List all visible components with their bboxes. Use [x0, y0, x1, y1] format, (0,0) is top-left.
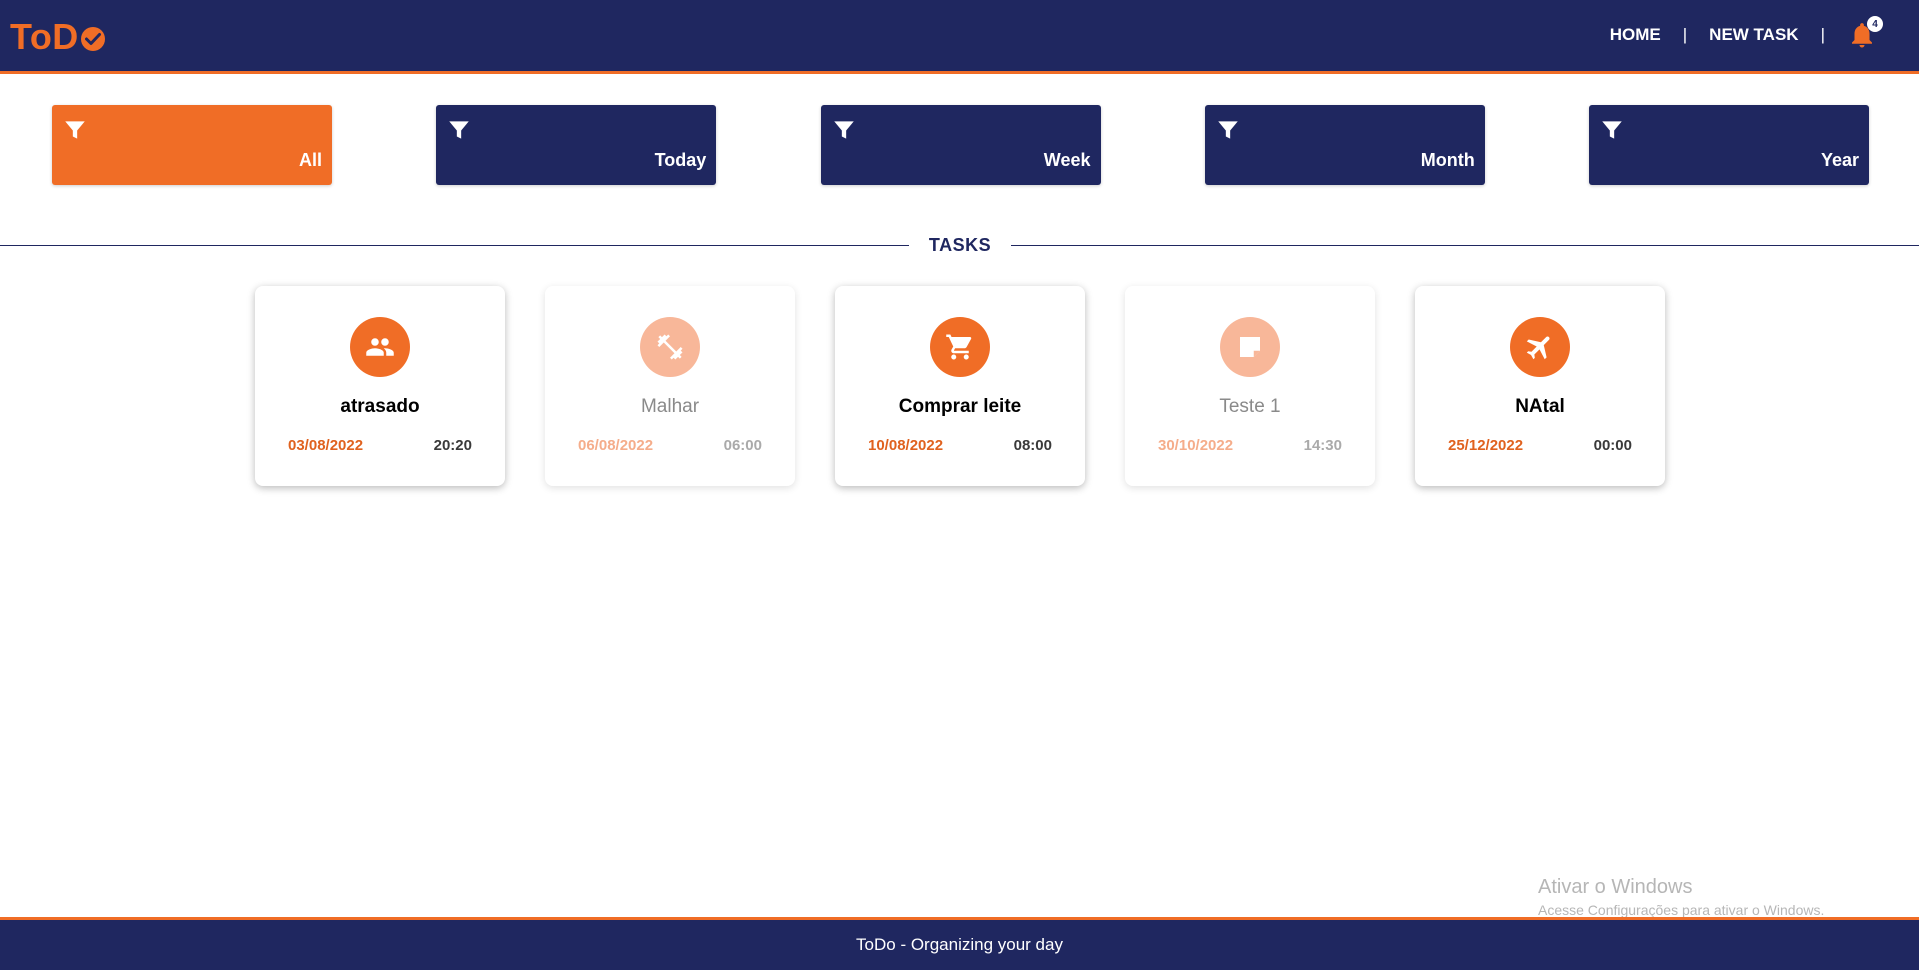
footer-text: ToDo - Organizing your day [856, 935, 1063, 954]
task-time: 08:00 [1013, 437, 1052, 454]
filter-month-button[interactable]: Month [1204, 105, 1485, 185]
watermark-subtitle: Acesse Configurações para ativar o Windo… [1538, 902, 1825, 918]
task-title: atrasado [340, 396, 420, 417]
airplane-icon [1510, 317, 1570, 377]
filter-week-button[interactable]: Week [820, 105, 1101, 185]
filter-label: Week [1043, 150, 1091, 170]
task-title: Comprar leite [898, 396, 1022, 417]
task-list: atrasado 03/08/2022 20:20 Malhar 06/08/2… [255, 286, 1665, 486]
divider-line [1011, 245, 1919, 246]
task-date: 03/08/2022 [288, 437, 364, 454]
filter-label: Year [1820, 150, 1859, 170]
task-title: NAtal [1515, 396, 1565, 417]
task-date: 06/08/2022 [578, 437, 654, 454]
task-date: 10/08/2022 [868, 437, 944, 454]
watermark-title: Ativar o Windows [1538, 876, 1693, 898]
task-card[interactable]: Malhar 06/08/2022 06:00 [545, 286, 795, 486]
divider-line [0, 245, 909, 246]
nav-home-link[interactable]: HOME [1610, 25, 1661, 45]
app-page: ToD HOME | NEW TASK | 4 All Today Week M… [0, 0, 1919, 970]
notification-count-badge: 4 [1867, 16, 1883, 32]
filter-bar: All Today Week Month Year [52, 105, 1869, 185]
shopping-cart-icon [930, 317, 990, 377]
filter-label: Today [654, 150, 707, 170]
task-date: 25/12/2022 [1448, 437, 1524, 454]
filter-icon [65, 121, 85, 139]
nav-separator: | [1820, 25, 1825, 44]
tasks-section-divider: TASKS [0, 234, 1919, 258]
filter-today-button[interactable]: Today [436, 105, 717, 185]
section-title: TASKS [928, 235, 992, 255]
filter-label: Month [1420, 150, 1475, 170]
sticky-note-icon [1220, 317, 1280, 377]
task-time: 06:00 [723, 437, 762, 454]
task-card[interactable]: NAtal 25/12/2022 00:00 [1415, 286, 1665, 486]
page-footer: ToDo - Organizing your day [0, 917, 1919, 970]
nav-menu: HOME | NEW TASK | 4 [1610, 16, 1883, 50]
task-title: Malhar [640, 396, 700, 417]
app-logo[interactable]: ToD [10, 16, 105, 58]
filter-year-button[interactable]: Year [1589, 105, 1869, 185]
task-card[interactable]: Teste 1 30/10/2022 14:30 [1125, 286, 1375, 486]
logo-text: ToD [10, 16, 79, 57]
top-navbar: ToD HOME | NEW TASK | 4 [0, 0, 1919, 74]
task-time: 14:30 [1303, 437, 1342, 454]
filter-all-button[interactable]: All [52, 105, 332, 185]
task-date: 30/10/2022 [1158, 437, 1234, 454]
task-title: Teste 1 [1219, 396, 1281, 417]
windows-activation-watermark: Ativar o Windows Acesse Configurações pa… [1538, 876, 1824, 918]
filter-label: All [298, 150, 322, 170]
group-icon [350, 317, 410, 377]
filter-icon [833, 121, 854, 139]
filter-icon [1602, 121, 1622, 139]
task-card[interactable]: Comprar leite 10/08/2022 08:00 [835, 286, 1085, 486]
check-circle-icon [80, 27, 105, 51]
dumbbell-icon [640, 317, 700, 377]
filter-icon [1218, 121, 1238, 139]
task-time: 00:00 [1593, 437, 1632, 454]
task-time: 20:20 [433, 437, 472, 454]
notifications-button[interactable]: 4 [1847, 16, 1883, 50]
nav-separator: | [1682, 25, 1688, 44]
nav-new-task-link[interactable]: NEW TASK [1709, 25, 1798, 45]
task-card[interactable]: atrasado 03/08/2022 20:20 [255, 286, 505, 486]
filter-icon [449, 121, 469, 139]
